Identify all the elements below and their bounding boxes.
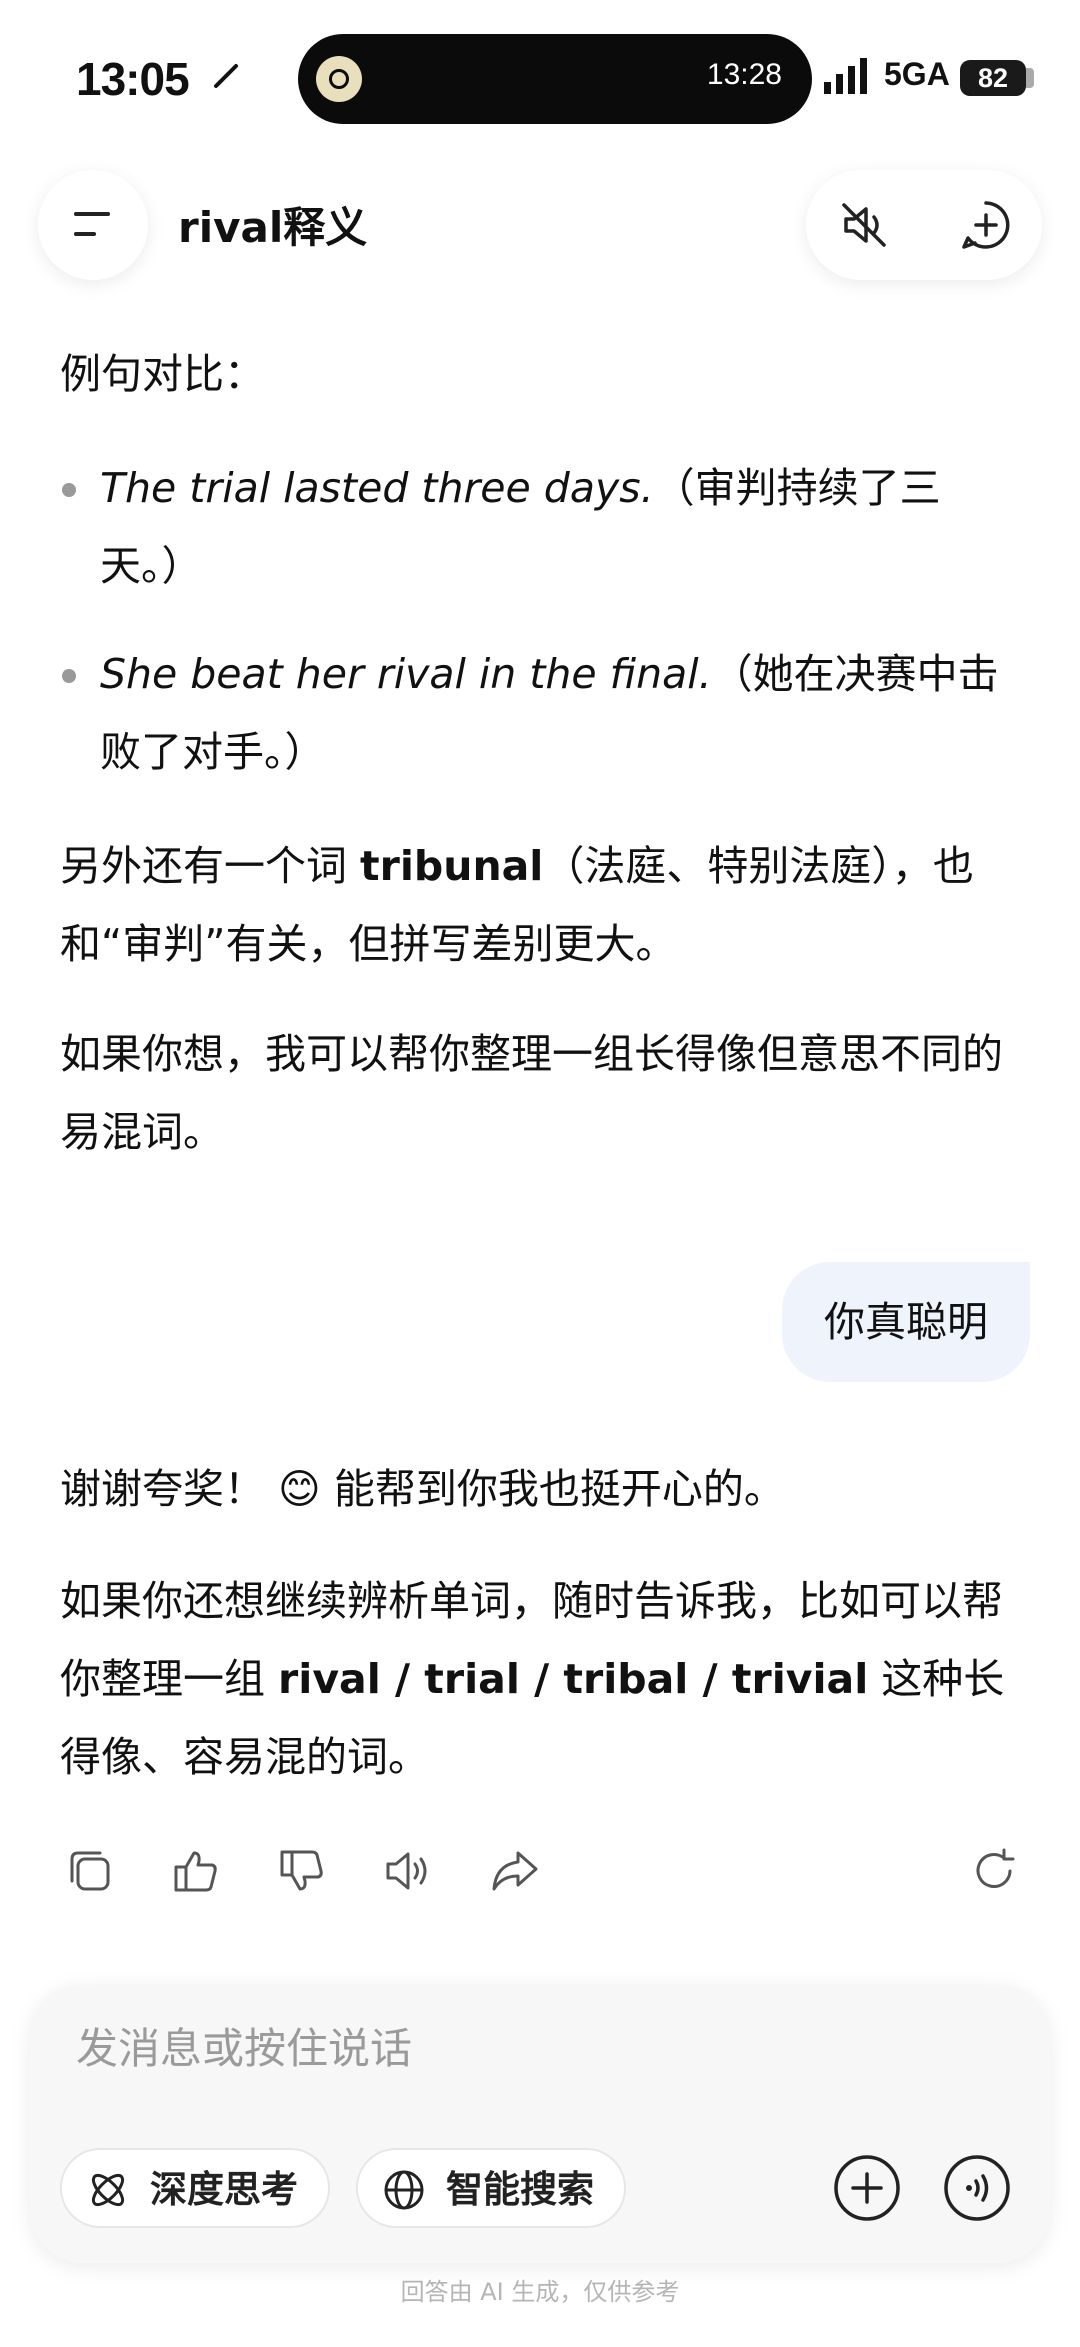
- copy-icon[interactable]: [64, 1845, 116, 1897]
- voice-call-icon[interactable]: [940, 2151, 1014, 2225]
- assistant-text: 另外还有一个词 tribunal（法庭、特别法庭），也和“审判”有关，但拼写差别…: [60, 827, 1020, 983]
- user-message: 你真聪明: [782, 1262, 1030, 1382]
- menu-icon-line: [74, 232, 96, 236]
- menu-icon-line: [74, 212, 110, 216]
- bold-term: rival / trial / tribal / trivial: [278, 1655, 869, 1703]
- text-segment: 另外还有一个词: [60, 842, 361, 890]
- smile-emoji-icon: 😊: [278, 1465, 321, 1513]
- chat-content: 例句对比： The trial lasted three days.（审判持续了…: [60, 300, 1020, 1171]
- globe-icon: [384, 2170, 424, 2210]
- assistant-text: 例句对比：: [60, 350, 265, 398]
- menu-button[interactable]: [38, 170, 148, 280]
- speaker-icon[interactable]: [382, 1845, 434, 1897]
- page-title: rival释义: [178, 203, 368, 252]
- deep-think-button[interactable]: 深度思考: [60, 2148, 330, 2228]
- list-item: The trial lasted three days.（审判持续了三天。）: [60, 449, 1020, 605]
- timer-icon: [316, 56, 362, 102]
- message-actions: [64, 1845, 1024, 1901]
- status-bar: 13:05 13:28 5GA 82: [0, 0, 1080, 150]
- header-actions: [806, 170, 1042, 280]
- smart-search-button[interactable]: 智能搜索: [356, 2148, 626, 2228]
- ai-disclaimer: 回答由 AI 生成，仅供参考: [400, 2278, 680, 2306]
- add-icon[interactable]: [830, 2151, 904, 2225]
- island-time: 13:28: [706, 58, 782, 91]
- chat-content-reply: 谢谢夸奖！ 😊 能帮到你我也挺开心的。 如果你还想继续辨析单词，随时告诉我，比如…: [60, 1450, 1020, 1796]
- smart-search-label: 智能搜索: [446, 2168, 594, 2211]
- thumbs-up-icon[interactable]: [170, 1845, 222, 1897]
- status-time: 13:05: [76, 53, 190, 105]
- composer: 发消息或按住说话 深度思考 智能搜索: [30, 1985, 1050, 2263]
- assistant-text: 谢谢夸奖！ 😊 能帮到你我也挺开心的。: [60, 1450, 1020, 1528]
- bold-term: tribunal: [360, 842, 544, 890]
- signal-icon: [824, 58, 867, 94]
- text-segment: 谢谢夸奖！: [60, 1465, 265, 1513]
- share-icon[interactable]: [488, 1845, 540, 1897]
- battery-tip: [1026, 68, 1034, 88]
- deep-think-label: 深度思考: [150, 2168, 298, 2211]
- new-chat-icon[interactable]: [958, 197, 1014, 253]
- thumbs-down-icon[interactable]: [276, 1845, 328, 1897]
- chat-header: rival释义: [0, 150, 1080, 300]
- network-type: 5GA: [884, 56, 950, 92]
- list-item: She beat her rival in the final.（她在决赛中击败…: [60, 635, 1020, 791]
- example-sentence: She beat her rival in the final.: [100, 650, 712, 698]
- dynamic-island[interactable]: 13:28: [298, 34, 812, 124]
- text-segment: 能帮到你我也挺开心的。: [320, 1465, 785, 1513]
- mute-icon[interactable]: [836, 197, 892, 253]
- assistant-text: 如果你想，我可以帮你整理一组长得像但意思不同的易混词。: [60, 1030, 1003, 1156]
- message-input[interactable]: 发消息或按住说话: [76, 2015, 412, 2076]
- regenerate-icon[interactable]: [968, 1845, 1020, 1897]
- battery-icon: 82: [960, 60, 1026, 96]
- atom-icon: [91, 2173, 125, 2207]
- assistant-text: 如果你还想继续辨析单词，随时告诉我，比如可以帮你整理一组 rival / tri…: [60, 1562, 1020, 1796]
- example-sentence: The trial lasted three days.: [100, 464, 654, 512]
- pen-icon: [214, 64, 238, 88]
